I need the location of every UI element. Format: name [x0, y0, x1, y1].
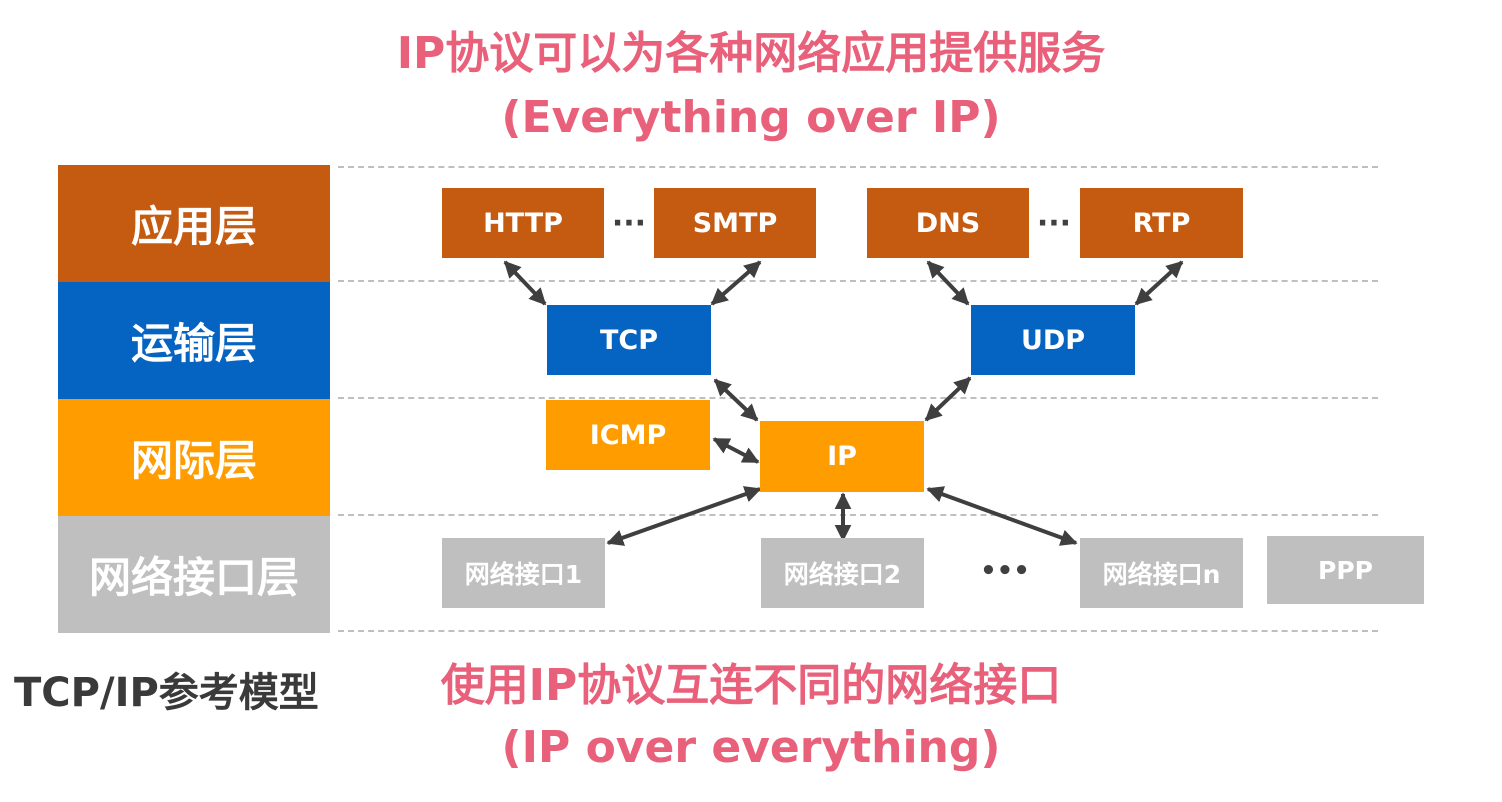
bottom-title-line2: (IP over everything): [501, 722, 1001, 773]
arrow-rtp-udp: [1134, 260, 1184, 306]
protocol-udp: UDP: [971, 305, 1135, 375]
arrow-dns-udp: [926, 260, 970, 306]
protocol-tcp: TCP: [547, 305, 711, 375]
network-interface-2: 网络接口2: [761, 538, 924, 608]
arrow-ip-ifn: [926, 486, 1078, 546]
arrow-ip-if1: [606, 486, 762, 546]
network-interface-n: 网络接口n: [1080, 538, 1243, 608]
protocol-icmp: ICMP: [546, 400, 710, 470]
ellipsis: ···: [1036, 205, 1072, 241]
network-interface-1: 网络接口1: [442, 538, 605, 608]
protocol-smtp: SMTP: [654, 188, 816, 258]
protocol-ppp: PPP: [1267, 536, 1424, 604]
arrow-smtp-tcp: [710, 260, 762, 306]
protocol-rtp: RTP: [1080, 188, 1243, 258]
arrow-icmp-ip: [712, 437, 760, 464]
ellipsis: •••: [980, 556, 1030, 586]
arrow-udp-ip: [924, 376, 972, 422]
protocol-http: HTTP: [442, 188, 604, 258]
protocol-dns: DNS: [867, 188, 1029, 258]
arrow-tcp-ip: [713, 378, 759, 422]
bottom-title-line1: 使用IP协议互连不同的网络接口: [440, 660, 1062, 711]
arrow-http-tcp: [503, 260, 547, 306]
protocol-ip: IP: [760, 421, 924, 492]
ellipsis: ···: [611, 205, 647, 241]
